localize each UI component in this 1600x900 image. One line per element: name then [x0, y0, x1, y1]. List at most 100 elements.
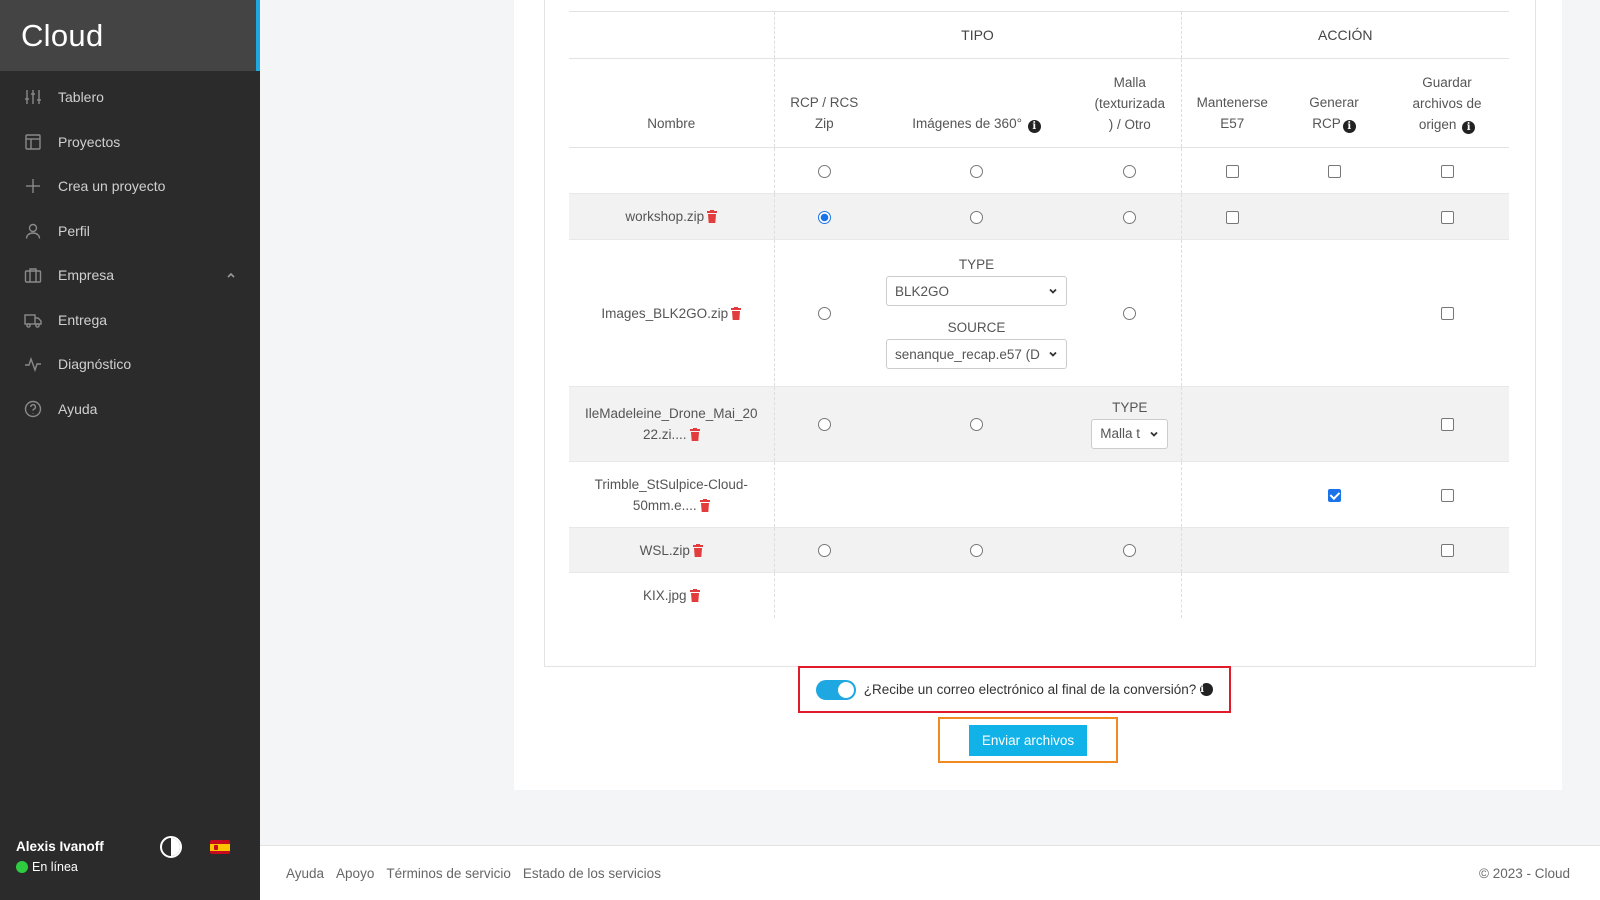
table-row: KIX.jpg [569, 572, 1509, 618]
file-name-cell: workshop.zip [569, 193, 774, 240]
brand-name: Cloud [21, 17, 104, 53]
img360-radio[interactable] [970, 210, 983, 224]
file-name-cell: WSL.zip [569, 527, 774, 573]
files-panel: TIPO ACCIÓN Nombre RCP / RCS Zip Imágenes… [544, 0, 1536, 667]
trash-icon[interactable] [699, 497, 710, 512]
sidebar: Cloud Tablero Proyectos Crea un proyecto… [0, 0, 260, 900]
table-row-select-all [569, 147, 1509, 194]
trash-icon[interactable] [707, 210, 718, 223]
sidebar-item-tablero[interactable]: Tablero [0, 75, 260, 120]
activity-icon [24, 355, 42, 373]
info-icon[interactable]: i [1027, 119, 1041, 133]
table-row: IleMadeleine_Drone_Mai_20 22.zi.... TYPE … [569, 386, 1509, 462]
col-header-generar: Generar RCP i [1283, 58, 1385, 148]
group-header-accion: ACCIÓN [1180, 11, 1509, 59]
sidebar-item-label: Crea un proyecto [58, 178, 166, 195]
rcp-radio[interactable] [817, 544, 831, 558]
chevron-down-icon [1049, 288, 1057, 294]
rcp-all-radio[interactable] [817, 164, 831, 178]
sidebar-item-label: Diagnóstico [58, 356, 132, 373]
col-header-360: Imágenes de 360° i [874, 58, 1079, 148]
sidebar-item-label: Perfil [58, 222, 90, 239]
generar-rcp-all-checkbox[interactable] [1327, 164, 1341, 178]
footer-link-apoyo[interactable]: Apoyo [336, 866, 374, 881]
footer-link-estado[interactable]: Estado de los servicios [523, 866, 661, 881]
sidebar-nav: Tablero Proyectos Crea un proyecto Perfi… [0, 75, 260, 431]
enviar-archivos-button[interactable]: Enviar archivos [968, 724, 1088, 756]
guardar-origen-checkbox[interactable] [1440, 210, 1454, 224]
chevron-down-icon [1150, 431, 1158, 437]
type-label: TYPE [1112, 399, 1148, 415]
source-select[interactable]: senanque_recap.e57 (D [886, 339, 1067, 369]
trash-icon[interactable] [731, 306, 742, 320]
online-status-icon [16, 861, 28, 873]
user-block[interactable]: Alexis Ivanoff En línea [16, 839, 104, 874]
footer-link-ayuda[interactable]: Ayuda [286, 866, 324, 881]
theme-contrast-icon[interactable] [160, 836, 182, 858]
brand-logo[interactable]: Cloud [0, 0, 260, 71]
plus-icon [24, 177, 42, 195]
submit-highlight: Enviar archivos [938, 717, 1118, 763]
user-status: En línea [16, 860, 104, 874]
sidebar-item-proyectos[interactable]: Proyectos [0, 120, 260, 165]
malla-radio[interactable] [1123, 544, 1137, 558]
generar-rcp-checkbox[interactable] [1327, 488, 1341, 502]
trash-icon[interactable] [689, 426, 700, 441]
guardar-origen-checkbox[interactable] [1440, 544, 1454, 558]
guardar-origen-all-checkbox[interactable] [1440, 164, 1454, 178]
sidebar-item-empresa[interactable]: Empresa [0, 253, 260, 298]
rcp-radio[interactable] [817, 210, 831, 224]
sidebar-item-entrega[interactable]: Entrega [0, 298, 260, 343]
col-header-mantenerse: Mantenerse E57 [1180, 58, 1283, 148]
sliders-icon [24, 88, 42, 106]
briefcase-icon [24, 266, 42, 284]
info-icon[interactable]: i [1342, 120, 1356, 133]
user-status-label: En línea [32, 860, 78, 874]
sidebar-item-label: Proyectos [58, 133, 121, 150]
spain-flag-icon[interactable] [210, 840, 230, 854]
img360-radio[interactable] [970, 544, 983, 558]
malla-radio[interactable] [1123, 307, 1137, 321]
table-header-blank [569, 11, 774, 59]
trash-icon[interactable] [692, 543, 703, 557]
group-header-tipo: TIPO [773, 11, 1181, 59]
sidebar-item-label: Empresa [58, 267, 115, 284]
malla-all-radio[interactable] [1123, 164, 1137, 178]
user-name: Alexis Ivanoff [16, 839, 104, 854]
sidebar-item-label: Tablero [58, 89, 104, 106]
mantener-e57-all-checkbox[interactable] [1225, 164, 1239, 178]
email-question-label: ¿Recibe un correo electrónico al final d… [863, 682, 1197, 697]
source-label: SOURCE [947, 320, 1006, 335]
trash-icon[interactable] [689, 588, 700, 602]
col-header-rcp: RCP / RCS Zip [773, 58, 874, 148]
info-icon[interactable]: i [1200, 683, 1214, 696]
email-toggle[interactable] [815, 679, 856, 700]
img360-all-radio[interactable] [970, 164, 983, 178]
type-select[interactable]: Malla t [1091, 418, 1169, 449]
img360-radio[interactable] [970, 418, 983, 432]
info-icon[interactable]: i [1462, 120, 1476, 134]
sidebar-item-label: Entrega [58, 311, 108, 328]
sidebar-item-ayuda[interactable]: Ayuda [0, 387, 260, 432]
guardar-origen-checkbox[interactable] [1440, 418, 1454, 432]
col-header-malla: Malla (texturizada) / Otro [1079, 58, 1181, 148]
rcp-radio[interactable] [817, 307, 831, 321]
sidebar-item-crea-proyecto[interactable]: Crea un proyecto [0, 164, 260, 209]
footer-link-terminos[interactable]: Términos de servicio [386, 866, 511, 881]
sidebar-item-label: Ayuda [58, 400, 98, 417]
sidebar-item-diagnostico[interactable]: Diagnóstico [0, 342, 260, 387]
file-name-cell: Trimble_StSulpice-Cloud- 50mm.e.... [569, 461, 774, 528]
sidebar-item-perfil[interactable]: Perfil [0, 209, 260, 254]
rcp-radio[interactable] [817, 418, 831, 432]
malla-radio[interactable] [1123, 210, 1137, 224]
copyright: © 2023 - Cloud [1479, 865, 1570, 881]
chevron-up-icon[interactable] [226, 267, 236, 283]
type-select[interactable]: BLK2GO [886, 276, 1067, 306]
file-name-cell: IleMadeleine_Drone_Mai_20 22.zi.... [569, 386, 774, 462]
table-row: Images_BLK2GO.zip TYPE BLK2GO SOURCE sen… [569, 239, 1509, 387]
file-name-cell: KIX.jpg [569, 573, 774, 618]
guardar-origen-checkbox[interactable] [1440, 307, 1454, 321]
guardar-origen-checkbox[interactable] [1440, 488, 1454, 502]
files-table: TIPO ACCIÓN Nombre RCP / RCS Zip Imágenes… [569, 11, 1509, 618]
mantener-e57-checkbox[interactable] [1225, 210, 1239, 224]
